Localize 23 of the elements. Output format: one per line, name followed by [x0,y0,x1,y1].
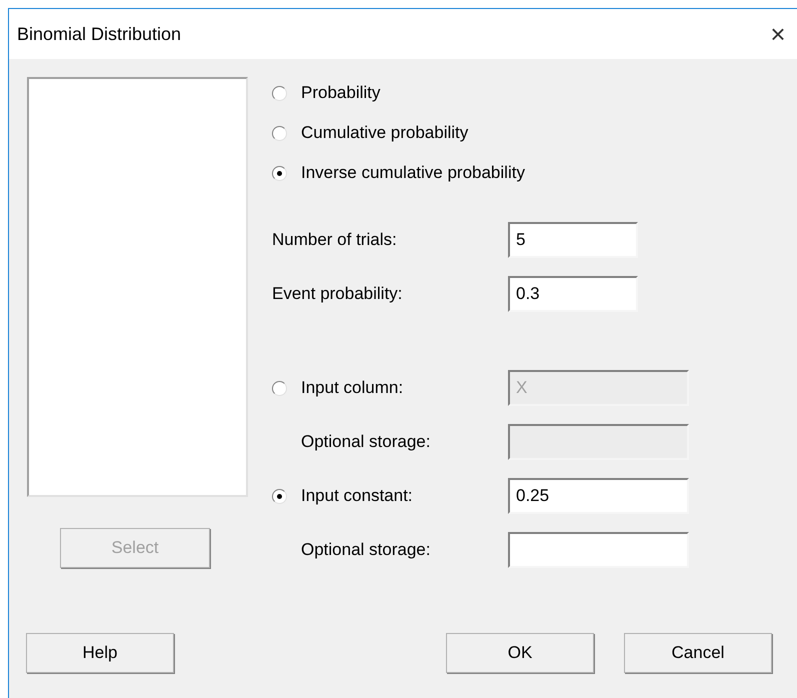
field-label: Input constant: [301,485,413,508]
close-button[interactable]: × [763,19,793,49]
radio-button[interactable] [272,166,287,180]
field-label: Optional storage: [300,539,432,562]
radio-label: Cumulative probability [301,122,468,144]
field-label: Optional storage: [300,431,432,454]
input-field[interactable]: 0.3 [508,276,638,312]
field-label: Event probability: [272,283,404,306]
field-label: Number of trials: [272,229,398,252]
input-field[interactable] [508,424,689,460]
input-field[interactable]: 5 [508,222,638,258]
window-title: Binomial Distribution [17,22,182,46]
dialog-button[interactable]: Help [26,633,174,673]
dialog-button[interactable]: Cancel [624,633,772,673]
radio-button[interactable] [272,126,287,140]
input-field[interactable] [508,532,689,568]
radio-button[interactable] [272,86,287,100]
input-field[interactable]: 0.25 [508,478,689,514]
radio-label: Probability [301,82,380,104]
field-label: Input column: [301,377,404,400]
radio-label: Inverse cumulative probability [301,162,525,184]
radio-button[interactable] [272,488,287,504]
dialog-button[interactable]: OK [446,633,594,673]
